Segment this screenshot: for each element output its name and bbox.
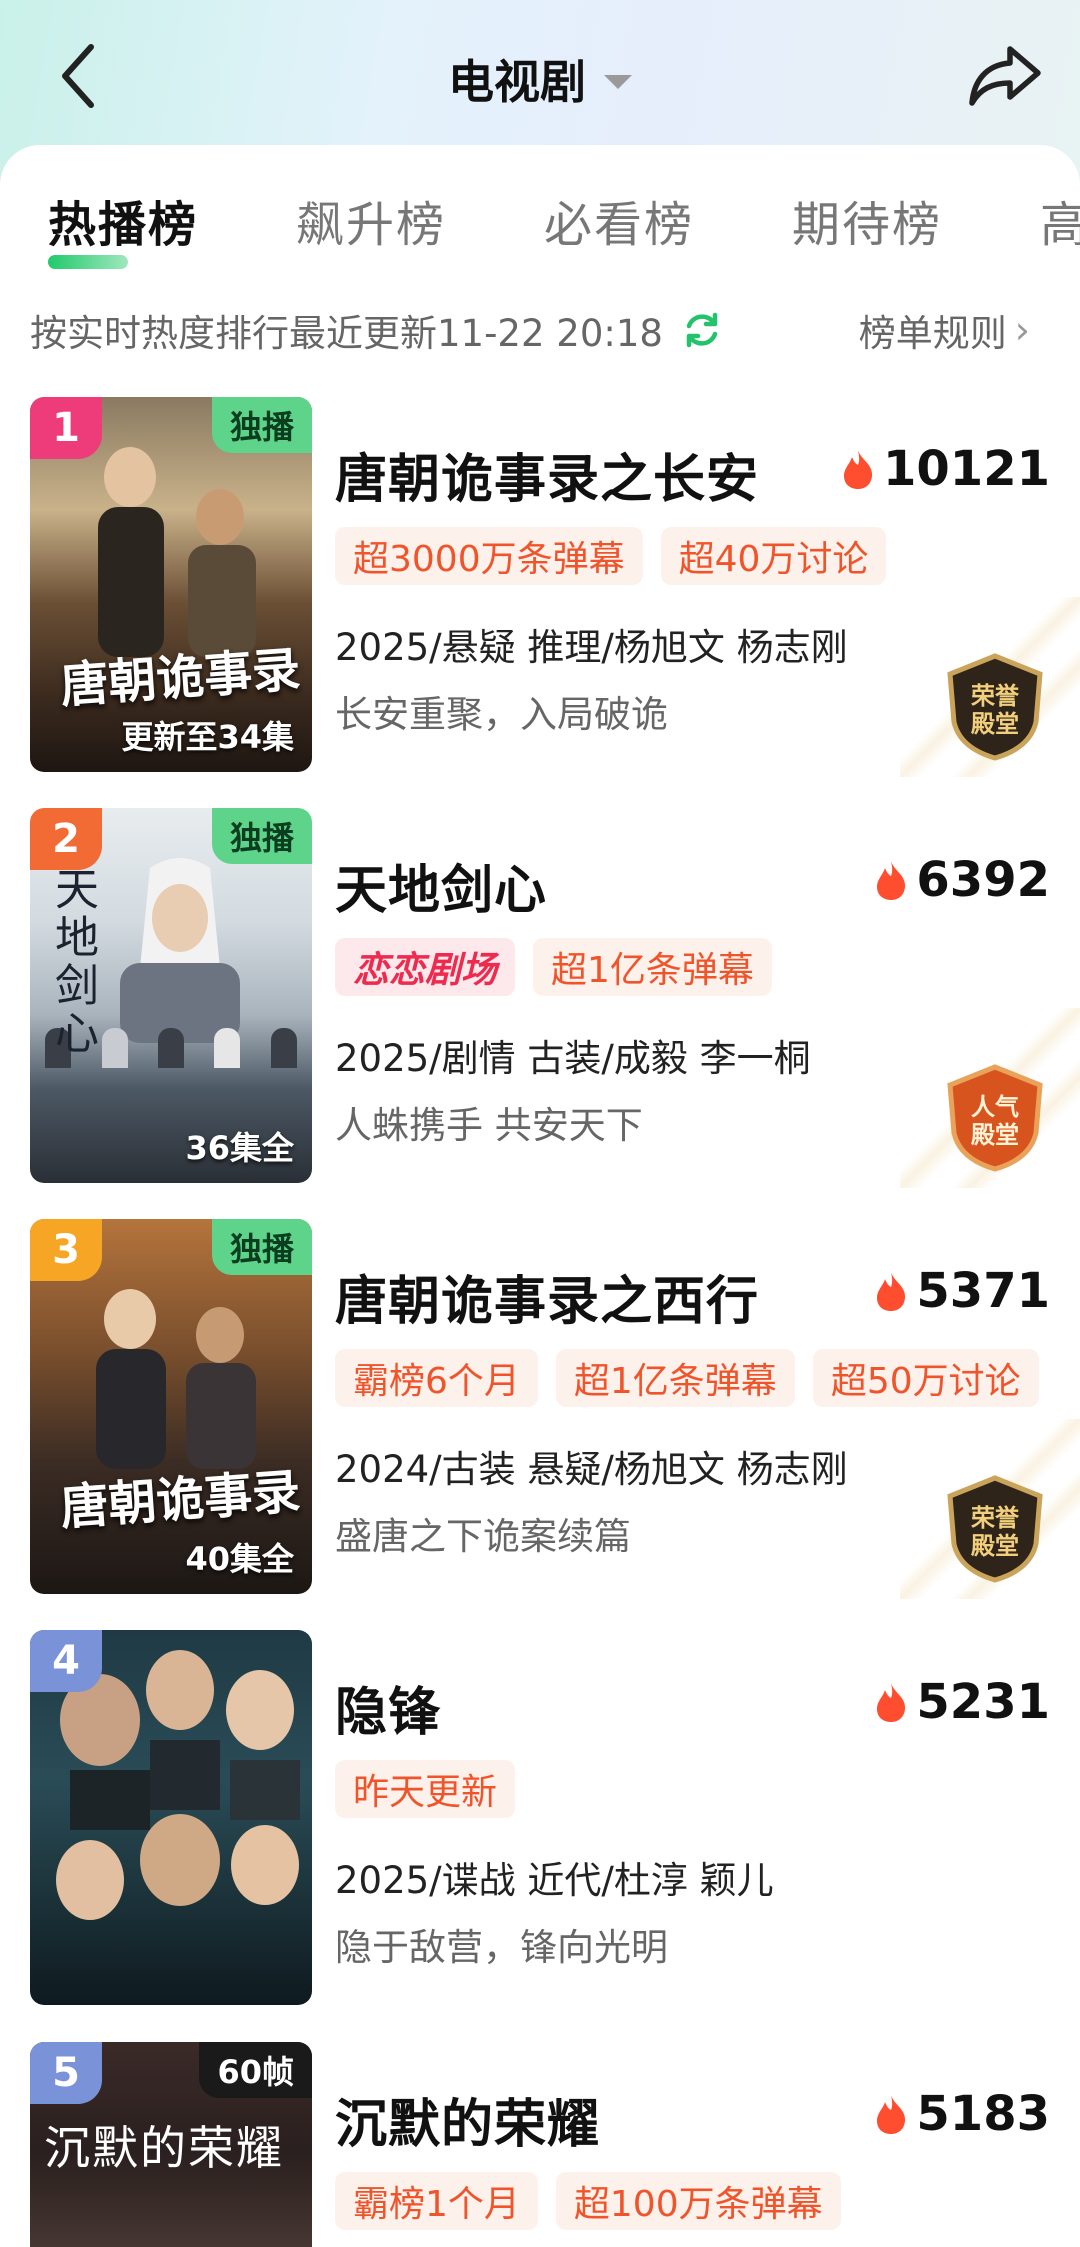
- item-description: 长安重聚，入局破诡: [335, 693, 668, 736]
- item-meta: 2025/悬疑 推理/杨旭文 杨志刚: [335, 626, 848, 669]
- discussion-tag: 超40万讨论: [660, 527, 887, 585]
- ranking-update-text: 按实时热度排行最近更新11-22 20:18: [30, 312, 663, 355]
- list-item[interactable]: 唐朝诡事录 1 独播 更新至34集 唐朝诡事录之长安 10121 超3000万条…: [0, 397, 1080, 777]
- refresh-icon[interactable]: [681, 309, 723, 351]
- episode-caption: 更新至34集: [121, 718, 294, 756]
- popularity-hall-badge-icon: 人气 殿堂: [947, 1064, 1043, 1172]
- poster[interactable]: 4: [30, 1630, 312, 2005]
- rank-badge: 5: [30, 2042, 102, 2104]
- flame-icon: [844, 450, 873, 489]
- rank-badge: 4: [30, 1630, 102, 1692]
- ranking-info-bar: 按实时热度排行最近更新11-22 20:18 榜单规则 ›: [30, 305, 1050, 355]
- poster[interactable]: 天地剑心 2 独播 36集全: [30, 808, 312, 1183]
- episode-caption: 36集全: [185, 1129, 294, 1167]
- hall-of-fame-badge-icon: 荣誉 殿堂: [947, 653, 1043, 761]
- heat-number: 5183: [916, 2086, 1050, 2142]
- item-meta: 2025/剧情 古装/成毅 李一桐: [335, 1037, 811, 1080]
- exclusive-tag: 独播: [211, 808, 312, 864]
- item-description: 盛唐之下诡案续篇: [335, 1515, 631, 1558]
- flame-icon: [877, 2095, 906, 2134]
- theater-logo-tag: 恋恋剧场: [335, 938, 516, 996]
- active-tab-indicator: [48, 255, 128, 269]
- item-meta: 2025/谍战 近代/杜淳 颖儿: [335, 1859, 774, 1902]
- tab-hot[interactable]: 热播榜: [48, 185, 198, 255]
- rank-badge: 2: [30, 808, 102, 870]
- ranking-tabs: 热播榜 飙升榜 必看榜 期待榜 高: [0, 175, 1080, 275]
- episode-caption: 40集全: [185, 1540, 294, 1578]
- update-tag: 昨天更新: [335, 1760, 516, 1818]
- tag-row: 超3000万条弹幕 超40万讨论: [335, 527, 887, 585]
- chart-duration-tag: 霸榜1个月: [335, 2172, 538, 2230]
- flame-icon: [877, 861, 906, 900]
- badge-line-1: 荣誉: [971, 682, 1020, 710]
- poster-title-art: 天地剑心: [47, 866, 98, 1058]
- tab-anticipated[interactable]: 期待榜: [792, 185, 942, 255]
- flame-icon: [877, 1683, 906, 1722]
- tab-must-watch[interactable]: 必看榜: [544, 185, 694, 255]
- rank-badge: 3: [30, 1219, 102, 1281]
- tab-more[interactable]: 高: [1040, 185, 1080, 255]
- flame-icon: [877, 1272, 906, 1311]
- share-icon: [969, 46, 1041, 106]
- chevron-right-icon: ›: [1014, 308, 1030, 352]
- item-title[interactable]: 唐朝诡事录之长安: [335, 437, 759, 512]
- heat-score: 5231: [874, 1670, 1050, 1734]
- heat-number: 10121: [883, 441, 1050, 497]
- badge-line-1: 人气: [971, 1093, 1019, 1121]
- tag-row: 恋恋剧场 超1亿条弹幕: [335, 938, 772, 996]
- badge-line-2: 殿堂: [970, 1121, 1019, 1149]
- chart-duration-tag: 霸榜6个月: [335, 1349, 538, 1407]
- item-title[interactable]: 唐朝诡事录之西行: [335, 1259, 759, 1334]
- tag-row: 霸榜6个月 超1亿条弹幕 超50万讨论: [335, 1349, 1039, 1407]
- frame-rate-tag: 60帧: [199, 2042, 312, 2098]
- heat-score: 5371: [874, 1259, 1050, 1323]
- top-bar: 电视剧: [0, 0, 1080, 150]
- danmaku-tag: 超100万条弹幕: [555, 2172, 841, 2230]
- danmaku-tag: 超3000万条弹幕: [335, 527, 643, 585]
- discussion-tag: 超50万讨论: [812, 1349, 1039, 1407]
- exclusive-tag: 独播: [211, 397, 312, 453]
- exclusive-tag: 独播: [211, 1219, 312, 1275]
- share-button[interactable]: [960, 36, 1050, 116]
- item-description: 人蛛携手 共安天下: [335, 1104, 643, 1147]
- page-title: 电视剧: [448, 55, 586, 109]
- poster-figures: [96, 1289, 256, 1469]
- poster-figures: [98, 447, 256, 657]
- item-title[interactable]: 沉默的荣耀: [335, 2082, 600, 2157]
- list-item[interactable]: 天地剑心 2 独播 36集全 天地剑心 6392 恋恋剧场 超1亿条弹幕 202…: [0, 808, 1080, 1188]
- item-description: 隐于敌营，锋向光明: [335, 1926, 668, 1969]
- heat-score: 10121: [841, 437, 1050, 501]
- list-item[interactable]: 4 隐锋 5231 昨天更新 2025/谍战 近代/杜淳 颖儿 隐于敌营，锋向光…: [0, 1630, 1080, 2010]
- danmaku-tag: 超1亿条弹幕: [533, 938, 772, 996]
- poster[interactable]: 唐朝诡事录 3 独播 40集全: [30, 1219, 312, 1594]
- dropdown-caret-icon: [604, 75, 632, 89]
- tag-row: 昨天更新: [335, 1760, 516, 1818]
- heat-number: 5231: [916, 1674, 1050, 1730]
- heat-score: 6392: [874, 848, 1050, 912]
- badge-line-1: 荣誉: [971, 1504, 1020, 1532]
- poster-title-art: 沉默的荣耀: [44, 2121, 284, 2175]
- tab-rising[interactable]: 飙升榜: [296, 185, 446, 255]
- danmaku-tag: 超1亿条弹幕: [555, 1349, 795, 1407]
- list-item[interactable]: 唐朝诡事录 3 独播 40集全 唐朝诡事录之西行 5371 霸榜6个月 超1亿条…: [0, 1219, 1080, 1599]
- ranking-rules-label: 榜单规则: [858, 312, 1007, 355]
- badge-line-2: 殿堂: [970, 710, 1019, 738]
- list-item[interactable]: 沉默的荣耀 5 60帧 沉默的荣耀 5183 霸榜1个月 超100万条弹幕: [0, 2042, 1080, 2247]
- heat-number: 6392: [916, 852, 1050, 908]
- heat-number: 5371: [916, 1263, 1050, 1319]
- tag-row: 霸榜1个月 超100万条弹幕: [335, 2172, 841, 2230]
- hall-of-fame-badge-icon: 荣誉 殿堂: [947, 1475, 1043, 1583]
- poster[interactable]: 沉默的荣耀 5 60帧: [30, 2042, 312, 2247]
- poster[interactable]: 唐朝诡事录 1 独播 更新至34集: [30, 397, 312, 772]
- rank-badge: 1: [30, 397, 102, 459]
- item-title[interactable]: 隐锋: [335, 1670, 441, 1745]
- poster-figures: [120, 858, 240, 1043]
- ranking-rules-link[interactable]: 榜单规则 ›: [859, 305, 1030, 355]
- badge-line-2: 殿堂: [970, 1532, 1019, 1560]
- heat-score: 5183: [874, 2082, 1050, 2146]
- item-title[interactable]: 天地剑心: [335, 848, 547, 923]
- item-meta: 2024/古装 悬疑/杨旭文 杨志刚: [335, 1448, 848, 1491]
- channel-selector[interactable]: 电视剧: [0, 44, 1080, 114]
